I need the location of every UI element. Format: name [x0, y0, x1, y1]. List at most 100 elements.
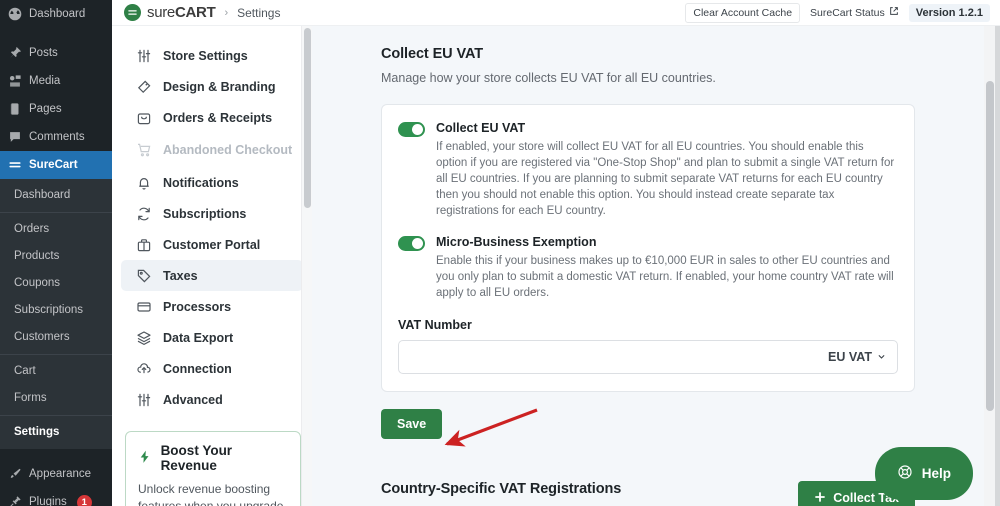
wp-menu-posts[interactable]: Posts: [0, 39, 112, 67]
surecart-status-label: SureCart Status: [810, 7, 885, 19]
surecart-submenu-main: Orders Products Coupons Subscriptions Cu…: [0, 212, 112, 354]
settings-nav-scrollbar-thumb[interactable]: [304, 28, 311, 208]
surecart-brand[interactable]: sureCART › Settings: [124, 4, 280, 21]
surecart-submenu-cart[interactable]: Cart: [0, 358, 112, 385]
surecart-submenu-forms[interactable]: Forms: [0, 385, 112, 412]
wp-menu-pages[interactable]: Pages: [0, 95, 112, 123]
surecart-submenu-subscriptions[interactable]: Subscriptions: [0, 297, 112, 324]
settings-nav-design-branding[interactable]: Design & Branding: [121, 71, 303, 102]
plugins-update-badge: 1: [77, 495, 92, 506]
plus-icon: [814, 491, 826, 506]
bell-icon: [135, 174, 152, 191]
micro-business-exemption-option: Micro-Business Exemption Enable this if …: [398, 234, 898, 301]
settings-nav-customer-portal[interactable]: Customer Portal: [121, 229, 303, 260]
main-scroll-area: Collect EU VAT Manage how your store col…: [312, 26, 979, 506]
tag-icon: [135, 267, 152, 284]
settings-nav-label: Abandoned Checkout: [163, 142, 292, 158]
settings-nav-label: Data Export: [163, 330, 233, 346]
boost-revenue-card: Boost Your Revenue Unlock revenue boosti…: [125, 431, 301, 506]
vat-number-label: VAT Number: [398, 318, 898, 332]
wp-menu-label: Media: [29, 73, 60, 89]
help-button[interactable]: Help: [875, 447, 973, 500]
boost-revenue-header: Boost Your Revenue: [138, 443, 288, 473]
wp-menu-appearance[interactable]: Appearance: [0, 460, 112, 488]
surecart-submenu-orders[interactable]: Orders: [0, 216, 112, 243]
settings-nav-taxes[interactable]: Taxes: [121, 260, 303, 291]
surecart-status-link[interactable]: SureCart Status: [810, 6, 899, 19]
wp-menu-label: Comments: [29, 129, 85, 145]
settings-nav-label: Taxes: [163, 268, 198, 284]
wp-divider: [0, 28, 112, 39]
collect-eu-vat-toggle[interactable]: [398, 122, 425, 137]
breadcrumb-separator-icon: ›: [224, 7, 228, 19]
settings-nav-connection[interactable]: Connection: [121, 353, 303, 384]
surecart-topbar: sureCART › Settings Clear Account Cache …: [112, 0, 1000, 26]
collect-eu-vat-option: Collect EU VAT If enabled, your store wi…: [398, 120, 898, 219]
wp-menu-dashboard[interactable]: Dashboard: [0, 0, 112, 28]
vat-registrations-text: Country-Specific VAT Registrations If yo…: [381, 481, 796, 506]
dashboard-icon: [7, 7, 22, 22]
sliders-icon: [135, 47, 152, 64]
settings-nav-subscriptions[interactable]: Subscriptions: [121, 198, 303, 229]
micro-business-exemption-description: Enable this if your business makes up to…: [436, 253, 898, 301]
settings-nav-label: Customer Portal: [163, 237, 260, 253]
settings-nav-abandoned-checkout[interactable]: Abandoned Checkout Pro: [121, 133, 303, 167]
page-title: Collect EU VAT: [381, 46, 979, 62]
main-content: Collect EU VAT Manage how your store col…: [312, 0, 1000, 506]
micro-business-exemption-toggle[interactable]: [398, 236, 425, 251]
settings-nav-label: Subscriptions: [163, 206, 246, 222]
vat-number-field[interactable]: EU VAT: [398, 340, 898, 374]
pages-icon: [7, 102, 22, 117]
vat-type-value: EU VAT: [828, 350, 872, 364]
surecart-submenu-products[interactable]: Products: [0, 243, 112, 270]
breadcrumb-settings[interactable]: Settings: [237, 6, 280, 20]
surecart-submenu-dashboard[interactable]: Dashboard: [0, 182, 112, 209]
vat-type-select[interactable]: EU VAT: [828, 350, 886, 364]
settings-nav-orders-receipts[interactable]: Orders & Receipts: [121, 102, 303, 133]
bag-icon: [135, 109, 152, 126]
surecart-submenu-coupons[interactable]: Coupons: [0, 270, 112, 297]
surecart-submenu-settings-group: Settings: [0, 415, 112, 449]
wp-menu-label: Appearance: [29, 466, 91, 482]
wp-menu-surecart[interactable]: SureCart: [0, 151, 112, 179]
media-icon: [7, 74, 22, 89]
surecart-submenu-customers[interactable]: Customers: [0, 324, 112, 351]
settings-nav-store-settings[interactable]: Store Settings: [121, 40, 303, 71]
briefcase-icon: [135, 236, 152, 253]
vat-number-input[interactable]: [410, 350, 828, 364]
collect-eu-vat-description: If enabled, your store will collect EU V…: [436, 139, 898, 219]
vat-registrations-title: Country-Specific VAT Registrations: [381, 481, 796, 497]
settings-nav-data-export[interactable]: Data Export: [121, 322, 303, 353]
cloud-upload-icon: [135, 360, 152, 377]
wp-menu-comments[interactable]: Comments: [0, 123, 112, 151]
comments-icon: [7, 130, 22, 145]
admin-screen: Dashboard Posts Media Pages Comments Sur…: [0, 0, 1000, 506]
boost-revenue-body: Unlock revenue boosting features when yo…: [138, 481, 288, 506]
settings-nav-scrollbar[interactable]: [301, 26, 312, 506]
save-button[interactable]: Save: [381, 409, 442, 439]
main-scrollbar-thumb[interactable]: [986, 81, 994, 411]
surecart-submenu-settings[interactable]: Settings: [0, 419, 112, 446]
micro-business-exemption-label: Micro-Business Exemption: [436, 234, 898, 250]
plug-icon: [7, 495, 22, 506]
clear-account-cache-button[interactable]: Clear Account Cache: [685, 3, 800, 23]
external-link-icon: [889, 6, 899, 19]
surecart-wordmark: sureCART: [147, 4, 215, 21]
collect-eu-vat-label: Collect EU VAT: [436, 120, 898, 136]
toggle-knob: [412, 238, 423, 249]
wp-menu-label: Dashboard: [29, 6, 85, 22]
surecart-icon: [7, 158, 22, 173]
cart-icon: [135, 142, 152, 159]
lightning-bolt-icon: [138, 450, 152, 466]
micro-business-exemption-text: Micro-Business Exemption Enable this if …: [436, 234, 898, 301]
lifebuoy-icon: [897, 464, 913, 483]
settings-nav-label: Orders & Receipts: [163, 110, 272, 126]
settings-nav-processors[interactable]: Processors: [121, 291, 303, 322]
settings-nav-notifications[interactable]: Notifications: [121, 167, 303, 198]
wp-menu-media[interactable]: Media: [0, 67, 112, 95]
wp-menu-plugins[interactable]: Plugins 1: [0, 488, 112, 506]
wp-menu-label: Plugins: [29, 494, 67, 506]
settings-nav-advanced[interactable]: Advanced: [121, 384, 303, 415]
wp-menu-label: SureCart: [29, 157, 78, 173]
window-scrollbar[interactable]: [995, 0, 1000, 506]
